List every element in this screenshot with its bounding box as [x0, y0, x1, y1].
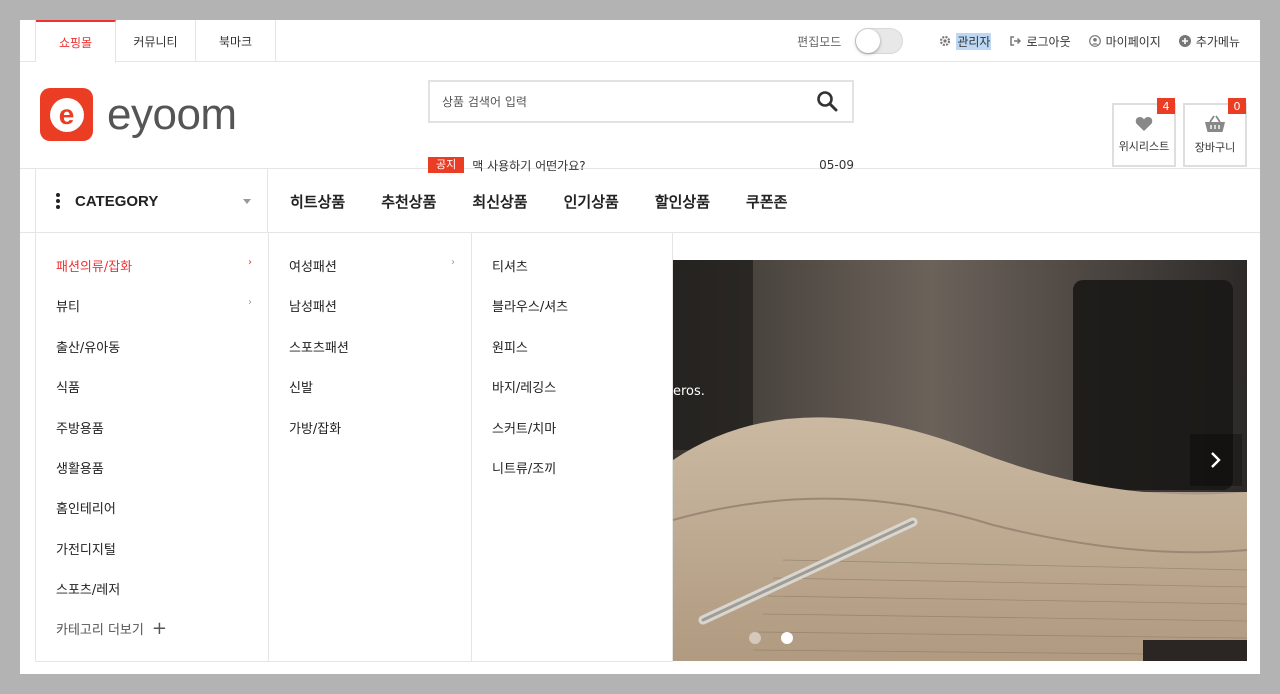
heart-icon [1135, 117, 1153, 131]
logout-icon [1009, 35, 1022, 47]
subcategory-item[interactable]: 스커트/치마 [492, 418, 556, 437]
slider-next-button[interactable] [1190, 434, 1242, 486]
nav-menu: 히트상품 추천상품 최신상품 인기상품 할인상품 쿠폰존 [272, 169, 805, 233]
top-right-links: 편집모드 관리자 로그아웃 마이페이지 추가메뉴 [797, 20, 1240, 62]
category-item[interactable]: 가전디지털 [56, 539, 116, 558]
slide-image [673, 260, 1247, 661]
mypage-link-label: 마이페이지 [1105, 34, 1161, 49]
slide-caption: eros. [673, 384, 705, 399]
search-button[interactable] [816, 90, 838, 112]
mypage-link[interactable]: 마이페이지 [1088, 33, 1161, 50]
logo-letter: e [49, 97, 84, 132]
caret-down-icon [243, 199, 251, 204]
cart-count-badge: 0 [1228, 98, 1246, 114]
category-item[interactable]: 생활용품 [56, 458, 104, 477]
category-item[interactable]: 스포츠/레저 [56, 579, 120, 598]
category-more-label: 카테고리 더보기 [56, 623, 144, 638]
logout-link-label: 로그아웃 [1026, 34, 1071, 49]
category-item[interactable]: 패션의류/잡화 [56, 256, 132, 275]
wishlist-count-badge: 4 [1157, 98, 1175, 114]
tab-community[interactable]: 커뮤니티 [116, 20, 196, 62]
top-tabs: 쇼핑몰 커뮤니티 북마크 [35, 20, 276, 63]
divider [35, 661, 673, 662]
category-item[interactable]: 홈인테리어 [56, 498, 116, 517]
nav-item-new[interactable]: 최신상품 [472, 191, 527, 212]
plus-icon: + [151, 617, 167, 639]
category-level2-list: 여성패션 › 남성패션 스포츠패션 신발 가방/잡화 [269, 233, 472, 661]
category-item[interactable]: 뷰티 [56, 296, 80, 315]
search-box [428, 80, 854, 123]
chevron-right-icon: › [248, 257, 252, 268]
category-label: CATEGORY [75, 192, 159, 210]
edit-mode-label: 편집모드 [797, 34, 842, 49]
slider-dot-1[interactable] [749, 632, 761, 644]
tab-bookmark[interactable]: 북마크 [196, 20, 276, 62]
cart-button[interactable]: 0 장바구니 [1183, 98, 1247, 167]
subcategory-item[interactable]: 바지/레깅스 [492, 377, 556, 396]
wishlist-button[interactable]: 4 위시리스트 [1112, 98, 1176, 167]
subcategory-item[interactable]: 티셔츠 [492, 256, 528, 275]
chevron-right-icon: › [248, 297, 252, 308]
category-level1-list: 패션의류/잡화 › 뷰티 › 출산/유아동 식품 주방용품 생활용품 홈인테리어… [35, 233, 269, 661]
edit-mode-toggle[interactable] [855, 28, 904, 54]
category-item[interactable]: 식품 [56, 377, 80, 396]
top-bar: 쇼핑몰 커뮤니티 북마크 편집모드 관리자 로그아웃 마이페이지 추가메뉴 [20, 20, 1260, 63]
site-logo[interactable]: e eyoom [40, 88, 237, 141]
subcategory-item[interactable]: 여성패션 [289, 256, 337, 275]
subcategory-item[interactable]: 원피스 [492, 337, 528, 356]
search-icon [817, 91, 838, 112]
slider-dot-2[interactable] [781, 632, 793, 644]
plus-circle-icon [1178, 35, 1191, 47]
page-frame: 쇼핑몰 커뮤니티 북마크 편집모드 관리자 로그아웃 마이페이지 추가메뉴 e … [20, 20, 1260, 674]
site-header: e eyoom 공지 맥 사용하기 어떤가요? 05-09 4 위시리스트 0 … [20, 62, 1260, 173]
category-item[interactable]: 주방용품 [56, 418, 104, 437]
chevron-right-icon [1211, 452, 1221, 468]
subcategory-item[interactable]: 남성패션 [289, 296, 337, 315]
subcategory-item[interactable]: 니트류/조끼 [492, 458, 556, 477]
basket-icon [1205, 115, 1225, 132]
chevron-right-icon: › [451, 257, 455, 268]
subcategory-item[interactable]: 가방/잡화 [289, 418, 341, 437]
search-input[interactable] [430, 82, 800, 121]
nav-item-hit[interactable]: 히트상품 [290, 191, 345, 212]
more-menu-link-label: 추가메뉴 [1195, 34, 1240, 49]
slider-pagination [749, 632, 813, 644]
wishlist-label: 위시리스트 [1118, 140, 1170, 153]
category-toggle[interactable]: CATEGORY [35, 169, 268, 233]
gear-icon [939, 35, 951, 47]
category-level3-list: 티셔츠 블라우스/셔츠 원피스 바지/레깅스 스커트/치마 니트류/조끼 [472, 233, 673, 661]
main-nav: CATEGORY 히트상품 추천상품 최신상품 인기상품 할인상품 쿠폰존 [20, 169, 1260, 233]
hero-slider: eros. [673, 260, 1247, 661]
nav-item-recommended[interactable]: 추천상품 [381, 191, 436, 212]
user-icon [1088, 35, 1101, 47]
subcategory-item[interactable]: 블라우스/셔츠 [492, 296, 568, 315]
admin-link[interactable]: 관리자 [939, 32, 992, 50]
logo-text: eyoom [107, 89, 237, 139]
admin-link-label: 관리자 [956, 32, 992, 50]
nav-item-coupon[interactable]: 쿠폰존 [746, 191, 787, 212]
vertical-dots-icon [56, 193, 60, 209]
subcategory-item[interactable]: 스포츠패션 [289, 337, 349, 356]
nav-item-sale[interactable]: 할인상품 [655, 191, 710, 212]
category-item[interactable]: 출산/유아동 [56, 337, 120, 356]
nav-item-popular[interactable]: 인기상품 [564, 191, 619, 212]
category-more-button[interactable]: 카테고리 더보기 + [56, 619, 167, 638]
toggle-knob [856, 29, 881, 53]
cart-label: 장바구니 [1194, 141, 1236, 154]
subcategory-item[interactable]: 신발 [289, 377, 313, 396]
logout-link[interactable]: 로그아웃 [1009, 33, 1071, 50]
logo-mark: e [40, 88, 93, 141]
tab-shopping-mall[interactable]: 쇼핑몰 [36, 20, 116, 63]
more-menu-link[interactable]: 추가메뉴 [1178, 33, 1240, 50]
